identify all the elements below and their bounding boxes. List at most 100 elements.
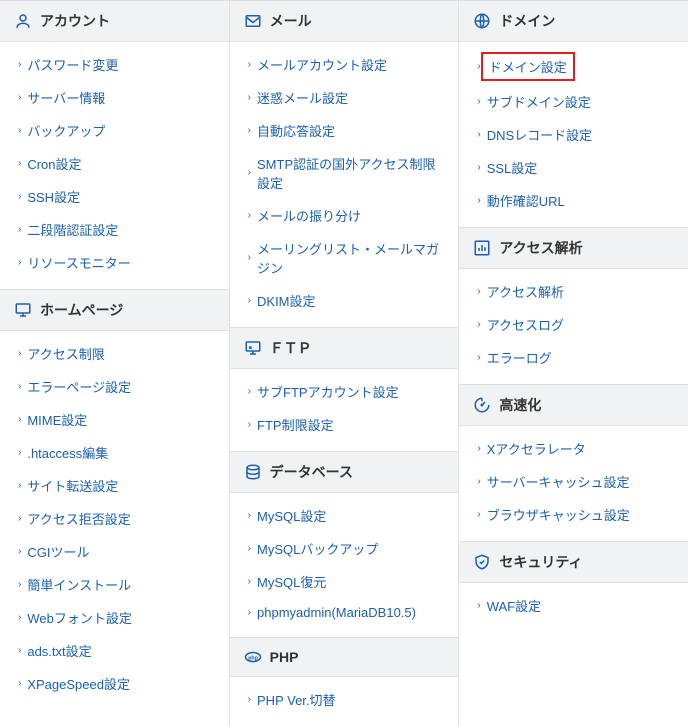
menu-link[interactable]: Webフォント設定 [27,608,132,627]
chevron-right-icon: › [477,353,480,363]
section-items: ›サブFTPアカウント設定›FTP制限設定 [230,369,459,451]
menu-link[interactable]: FTP制限設定 [257,415,334,434]
mail-icon [244,12,262,30]
menu-link[interactable]: アクセス制限 [27,344,104,363]
list-item: › エラーページ設定 [0,370,229,403]
list-item: ›XPageSpeed設定 [0,667,229,700]
menu-link[interactable]: DKIM設定 [257,291,316,310]
menu-link[interactable]: アクセス拒否設定 [27,509,130,528]
menu-link[interactable]: サーバー情報 [27,88,105,107]
list-item: ›アクセスログ [459,308,688,341]
menu-link[interactable]: SSH設定 [27,187,80,206]
section-title: データベース [270,462,353,482]
menu-link[interactable]: Cron設定 [27,154,81,173]
menu-link[interactable]: MySQL設定 [257,506,326,525]
menu-link[interactable]: XPageSpeed設定 [27,674,130,693]
chevron-right-icon: › [18,382,21,392]
chevron-right-icon: › [477,444,480,454]
menu-link[interactable]: 二段階認証設定 [27,220,118,239]
menu-link[interactable]: .htaccess編集 [27,443,108,462]
shield-icon [473,553,491,571]
menu-link[interactable]: アクセス解析 [487,282,564,301]
menu-link[interactable]: メールの振り分け [257,206,361,225]
menu-link[interactable]: MIME設定 [27,410,87,429]
chart-icon [473,239,491,257]
list-item: ›サーバー情報 [0,81,229,114]
list-item: ›サブドメイン設定 [459,85,688,118]
chevron-right-icon: › [18,613,21,623]
list-item: ›バックアップ [0,114,229,147]
ftp-icon [244,339,262,357]
list-item: ›アクセス制限 [0,337,229,370]
menu-link[interactable]: サブFTPアカウント設定 [257,382,399,401]
list-item: ›.htaccess編集 [0,436,229,469]
list-item: ›SSL設定 [459,151,688,184]
menu-link[interactable]: 自動応答設定 [257,121,335,140]
svg-text:php: php [248,655,258,661]
list-item: ›自動応答設定 [230,114,459,147]
chevron-right-icon: › [18,514,21,524]
menu-link[interactable]: MySQL復元 [257,572,326,591]
menu-link[interactable]: SSL設定 [487,158,538,177]
php-icon: php [244,648,262,666]
menu-link[interactable]: メーリングリスト・メールマガジン [257,239,444,277]
menu-link[interactable]: エラーページ設定 [27,377,131,396]
chevron-right-icon: › [18,547,21,557]
menu-link[interactable]: サイト転送設定 [27,476,118,495]
list-item: › MIME設定 [0,403,229,436]
list-item: ›DKIM設定 [230,284,459,317]
menu-link[interactable]: サーバーキャッシュ設定 [487,472,630,491]
list-item: ›phpmyadmin(MariaDB10.5) [230,598,459,627]
chevron-right-icon: › [477,477,480,487]
menu-link[interactable]: PHP Ver.切替 [257,690,336,709]
menu-link[interactable]: パスワード変更 [27,55,118,74]
menu-link[interactable]: ブラウザキャッシュ設定 [487,505,630,524]
menu-link[interactable]: ads.txt設定 [27,641,91,660]
menu-link[interactable]: Xアクセラレータ [487,439,586,458]
menu-link[interactable]: ドメイン設定 [481,52,575,81]
menu-link[interactable]: アクセスログ [487,315,564,334]
menu-link[interactable]: 簡単インストール [27,575,131,594]
menu-link[interactable]: エラーログ [487,348,552,367]
chevron-right-icon: › [248,544,251,554]
list-item: › MySQLバックアップ [230,532,459,565]
list-item: ›アクセス解析 [459,275,688,308]
section-header: 高速化 [459,384,688,426]
list-item: › CGIツール [0,535,229,568]
menu-link[interactable]: サブドメイン設定 [487,92,591,111]
section-items: › Xアクセラレータ › サーバーキャッシュ設定 ›ブラウザキャッシュ設定 [459,426,688,541]
section-items: ›ドメイン設定›サブドメイン設定›DNSレコード設定›SSL設定›動作確認URL [459,42,688,227]
chevron-right-icon: › [18,60,21,70]
chevron-right-icon: › [248,253,251,263]
menu-link[interactable]: CGIツール [27,542,89,561]
menu-link[interactable]: 動作確認URL [487,191,565,210]
menu-link[interactable]: SMTP認証の国外アクセス制限設定 [257,154,444,192]
chevron-right-icon: › [248,211,251,221]
section-header: ホームページ [0,289,229,331]
menu-link[interactable]: phpmyadmin(MariaDB10.5) [257,605,416,620]
menu-link[interactable]: WAF設定 [487,596,541,615]
list-item: ›MySQL復元 [230,565,459,598]
menu-link[interactable]: 迷惑メール設定 [257,88,348,107]
menu-link[interactable]: メールアカウント設定 [257,55,387,74]
section-header: phpPHP [230,637,459,677]
control-panel-menu: アカウント›パスワード変更›サーバー情報›バックアップ›Cron設定›SSH設定… [0,0,688,726]
list-item: › エラーログ [459,341,688,374]
list-item: ›迷惑メール設定 [230,81,459,114]
menu-link[interactable]: リソースモニター [27,253,130,272]
section-header: メール [230,0,459,42]
section-header: ＦＴＰ [230,327,459,369]
menu-link[interactable]: バックアップ [27,121,105,140]
list-item: ›ブラウザキャッシュ設定 [459,498,688,531]
menu-link[interactable]: DNSレコード設定 [487,125,592,144]
menu-link[interactable]: MySQLバックアップ [257,539,378,558]
user-icon [14,12,32,30]
section-header: アカウント [0,0,229,42]
chevron-right-icon: › [477,130,480,140]
chevron-right-icon: › [248,511,251,521]
section-title: ＦＴＰ [270,338,312,358]
list-item: › Webフォント設定 [0,601,229,634]
list-item: ›PHP Ver.切替 [230,683,459,716]
chevron-right-icon: › [18,415,21,425]
list-item: ›リソースモニター [0,246,229,279]
